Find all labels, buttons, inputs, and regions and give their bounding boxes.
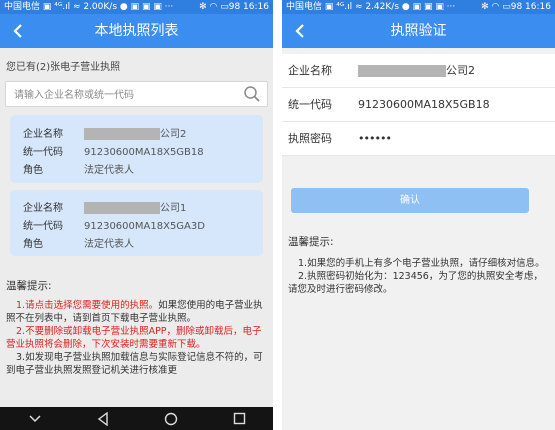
redacted-name: [358, 65, 446, 77]
code-label: 统一代码: [288, 98, 332, 111]
status-bar: 中国电信 ▣ ⁴ᴳ.ıl ≈ 2.00K/s ● ▣ ▣ ▣ ··· ✻ ◠ ▭…: [0, 0, 273, 14]
company-name-value: 公司2: [358, 54, 475, 87]
card-role-row: 角色 法定代表人: [23, 235, 134, 250]
card-name-row: 企业名称 公司1: [23, 199, 186, 214]
company-name-suffix: 公司1: [160, 203, 187, 214]
back-triangle-icon[interactable]: [97, 411, 109, 426]
redacted-name: [84, 202, 160, 214]
credit-code: 91230600MA18X5GB18: [84, 147, 204, 158]
chevron-left-icon: [13, 24, 22, 38]
back-button[interactable]: [288, 14, 312, 48]
tip-item-1: 1.如果您的手机上有多个电子营业执照，请仔细核对信息。: [298, 258, 545, 269]
status-right: ✻ ◠ ▭98 16:16: [481, 2, 551, 12]
license-card[interactable]: 企业名称 公司2 统一代码 91230600MA18X5GB18 角色 法定代表人: [10, 115, 263, 183]
role-value: 法定代表人: [84, 239, 134, 250]
code-label: 统一代码: [23, 221, 63, 232]
search-input[interactable]: [12, 82, 226, 108]
role-label: 角色: [23, 165, 43, 176]
tips-section: 温馨提示: 1.请点击选择您需要使用的执照。如果您使用的电子营业执照不在列表中，…: [6, 280, 269, 377]
status-right: ✻ ◠ ▭98 16:16: [199, 2, 269, 12]
chevron-down-icon[interactable]: [28, 414, 42, 424]
company-name-row: 企业名称 公司2: [282, 54, 555, 88]
tip-item-2: 2.不要删除或卸载电子营业执照APP，删除或卸载后，电子营业执照将会删除，下次安…: [6, 326, 262, 350]
license-count: 您已有(2)张电子营业执照: [6, 62, 121, 73]
verify-form: 企业名称 公司2 统一代码 91230600MA18X5GB18 执照密码 ••…: [282, 54, 555, 156]
name-label: 企业名称: [288, 64, 332, 77]
password-row[interactable]: 执照密码 ••••••: [282, 122, 555, 156]
name-label: 企业名称: [23, 129, 63, 140]
page-title: 执照验证: [390, 23, 447, 39]
role-value: 法定代表人: [84, 165, 134, 176]
password-label: 执照密码: [288, 132, 332, 145]
card-role-row: 角色 法定代表人: [23, 161, 134, 176]
chevron-left-icon: [295, 24, 304, 38]
company-name-suffix: 公司2: [160, 129, 187, 140]
confirm-button[interactable]: 确认: [291, 188, 529, 213]
card-code-row: 统一代码 91230600MA18X5GA3D: [23, 217, 205, 232]
system-nav-bar: [0, 407, 273, 430]
company-name-suffix: 公司2: [446, 64, 475, 77]
status-left: 中国电信 ▣ ⁴ᴳ.ıl ≈ 2.42K/s ● ▣ ▣ ▣ ···: [286, 2, 456, 12]
search-icon[interactable]: [243, 85, 261, 103]
status-left: 中国电信 ▣ ⁴ᴳ.ıl ≈ 2.00K/s ● ▣ ▣ ▣ ···: [4, 2, 174, 12]
tip-1-highlight: 1.请点击选择您需要使用的执照。: [16, 300, 159, 311]
search-box: [5, 81, 268, 108]
home-circle-icon[interactable]: [164, 412, 178, 426]
license-card[interactable]: 企业名称 公司1 统一代码 91230600MA18X5GA3D 角色 法定代表人: [10, 190, 263, 256]
page-title: 本地执照列表: [94, 23, 179, 39]
license-verify-screen: 中国电信 ▣ ⁴ᴳ.ıl ≈ 2.42K/s ● ▣ ▣ ▣ ··· ✻ ◠ ▭…: [282, 0, 555, 430]
license-list-screen: 中国电信 ▣ ⁴ᴳ.ıl ≈ 2.00K/s ● ▣ ▣ ▣ ··· ✻ ◠ ▭…: [0, 0, 273, 430]
credit-code: 91230600MA18X5GA3D: [84, 221, 205, 232]
credit-code-row: 统一代码 91230600MA18X5GB18: [282, 88, 555, 122]
tips-section: 温馨提示: 1.如果您的手机上有多个电子营业执照，请仔细核对信息。 2.执照密码…: [288, 236, 551, 296]
role-label: 角色: [23, 239, 43, 250]
name-label: 企业名称: [23, 203, 63, 214]
title-bar: 执照验证: [282, 14, 555, 48]
tips-heading: 温馨提示:: [6, 280, 52, 292]
tips-heading: 温馨提示:: [288, 236, 334, 248]
card-name-row: 企业名称 公司2: [23, 125, 186, 140]
back-button[interactable]: [6, 14, 30, 48]
credit-code: 91230600MA18X5GB18: [358, 98, 490, 111]
status-bar: 中国电信 ▣ ⁴ᴳ.ıl ≈ 2.42K/s ● ▣ ▣ ▣ ··· ✻ ◠ ▭…: [282, 0, 555, 14]
tip-item-3: 3.如发现电子营业执照加载信息与实际登记信息不符的，可到电子营业执照发照登记机关…: [6, 352, 263, 376]
password-field[interactable]: ••••••: [358, 122, 392, 155]
tip-item-1: 1.请点击选择您需要使用的执照。如果您使用的电子营业执照不在列表中，请到首页下载…: [6, 299, 269, 325]
card-code-row: 统一代码 91230600MA18X5GB18: [23, 143, 204, 158]
title-bar: 本地执照列表: [0, 14, 273, 48]
tip-item-2: 2.执照密码初始化为：123456，为了您的执照安全考虑，请您及时进行密码修改。: [288, 271, 543, 295]
redacted-name: [84, 128, 160, 140]
recents-square-icon[interactable]: [233, 412, 246, 425]
code-label: 统一代码: [23, 147, 63, 158]
